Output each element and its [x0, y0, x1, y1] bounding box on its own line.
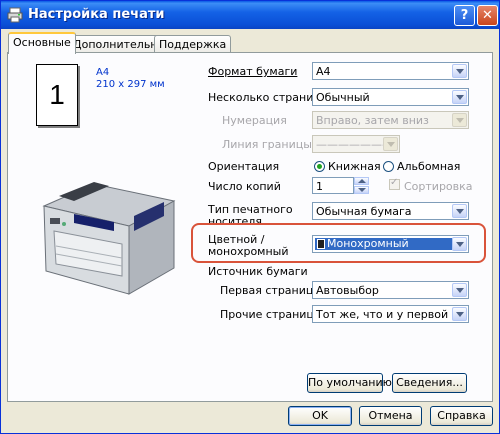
first-page-value: Автовыбор: [316, 284, 379, 297]
chevron-down-icon[interactable]: [452, 64, 467, 78]
tab-basic[interactable]: Основные: [8, 32, 76, 54]
printer-illustration: [42, 182, 176, 295]
page-order-label: Нумерация: [222, 114, 287, 127]
window-title: Настройка печати: [28, 7, 165, 22]
page-order-select: Вправо, затем вниз: [312, 111, 469, 129]
chevron-down-icon[interactable]: [452, 283, 467, 297]
page-preview: 1: [36, 64, 78, 126]
paper-size-select[interactable]: A4: [312, 62, 469, 80]
paper-source-label: Источник бумаги: [208, 265, 308, 278]
media-type-select[interactable]: Обычная бумага: [312, 202, 469, 220]
default-button[interactable]: По умолчанию: [307, 373, 392, 393]
color-mode-value: Монохромный: [327, 237, 409, 250]
chevron-down-icon[interactable]: [452, 90, 467, 104]
border-line-label: Линия границы: [222, 138, 312, 151]
tab-basic-label: Основные: [13, 36, 71, 49]
preview-paper-name: A4: [96, 67, 110, 78]
first-page-select[interactable]: Автовыбор: [312, 281, 469, 299]
pages-per-sheet-select[interactable]: Обычный: [312, 88, 469, 106]
close-button[interactable]: ✕: [477, 5, 498, 26]
page-order-value: Вправо, затем вниз: [316, 114, 429, 127]
copies-value: 1: [316, 180, 323, 193]
cancel-button[interactable]: Отмена: [359, 406, 422, 426]
title-bar[interactable]: Настройка печати ? ✕: [1, 1, 499, 29]
pages-per-sheet-label: Несколько страниц: [208, 91, 321, 104]
ok-button[interactable]: OK: [288, 406, 352, 426]
border-line-select: ———————: [312, 135, 400, 153]
chevron-down-icon: [452, 113, 467, 127]
copies-input[interactable]: 1: [312, 177, 354, 194]
collate-checkbox: [389, 177, 400, 190]
help-title-button[interactable]: ?: [454, 5, 475, 26]
landscape-label[interactable]: Альбомная: [397, 161, 460, 173]
first-page-label: Первая страница: [220, 284, 321, 297]
paper-size-label: Формат бумаги: [208, 65, 298, 78]
preview-paper-dims: 210 x 297 мм: [96, 79, 165, 90]
printer-icon: [7, 7, 23, 23]
portrait-label[interactable]: Книжная: [328, 161, 381, 173]
other-pages-select[interactable]: Тот же, что и у первой: [312, 305, 469, 323]
orientation-label: Ориентация: [208, 160, 280, 173]
chevron-down-icon[interactable]: [452, 237, 467, 251]
decrement-icon[interactable]: [354, 186, 369, 194]
tab-support-label: Поддержка: [159, 38, 227, 51]
landscape-radio[interactable]: [383, 161, 394, 172]
color-mode-label: Цветной / монохромный: [208, 233, 289, 258]
pages-per-sheet-value: Обычный: [316, 91, 370, 104]
help-button[interactable]: Справка: [430, 406, 493, 426]
border-line-value: ———————: [316, 138, 393, 151]
color-mode-select[interactable]: Монохромный: [312, 235, 469, 253]
copies-stepper[interactable]: [354, 177, 369, 194]
color-swatch-icon: [317, 239, 325, 249]
copies-label: Число копий: [208, 180, 281, 193]
portrait-radio[interactable]: [314, 161, 325, 172]
chevron-down-icon[interactable]: [452, 307, 467, 321]
tab-support[interactable]: Поддержка: [154, 35, 232, 53]
paper-size-value: A4: [316, 65, 331, 78]
increment-icon[interactable]: [354, 177, 369, 185]
print-settings-dialog: Настройка печати ? ✕ Основные Дополнител…: [0, 0, 500, 434]
collate-label: Сортировка: [404, 180, 473, 193]
other-pages-label: Прочие страницы: [220, 308, 323, 321]
chevron-down-icon: [383, 137, 398, 151]
media-type-value: Обычная бумага: [316, 205, 412, 218]
chevron-down-icon[interactable]: [452, 204, 467, 218]
other-pages-value: Тот же, что и у первой: [316, 308, 449, 321]
info-button[interactable]: Сведения...: [392, 373, 467, 393]
